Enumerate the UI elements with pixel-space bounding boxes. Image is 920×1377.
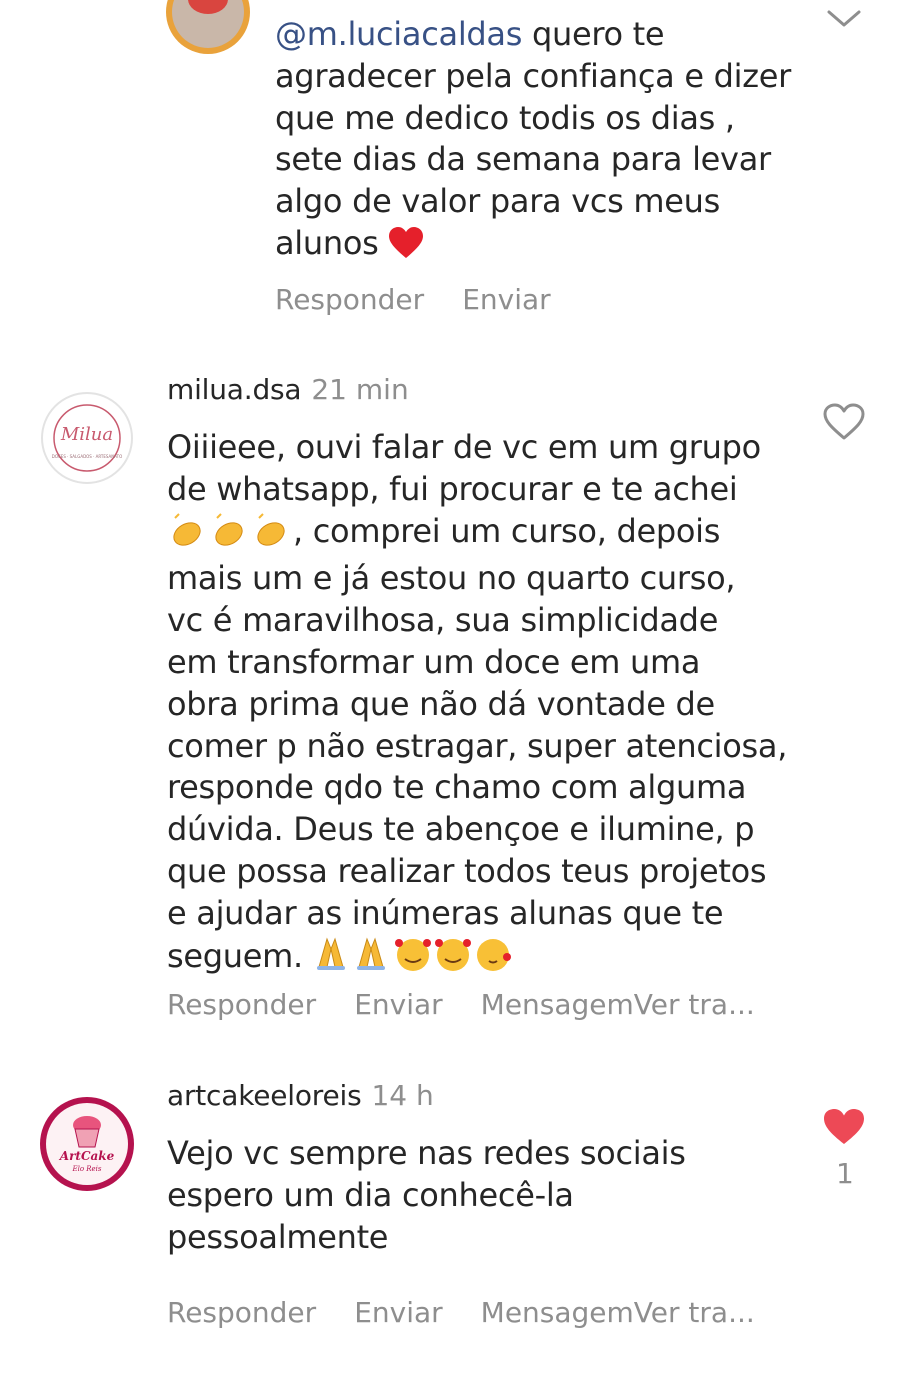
send-button[interactable]: Enviar <box>354 1296 442 1329</box>
reply-comment-text: @m.luciacaldas quero te agradecer pela c… <box>275 14 875 271</box>
send-button[interactable]: Enviar <box>462 283 550 316</box>
reply-author-avatar[interactable] <box>166 0 250 54</box>
heart-icon[interactable] <box>823 403 865 441</box>
comment-text: Oiiieee, ouvi falar de vc em um grupo de… <box>167 427 807 983</box>
see-translation-link[interactable]: MensagemVer tra... <box>481 988 755 1021</box>
like-count: 1 <box>836 1157 854 1190</box>
reply-actions: Responder Enviar <box>275 283 589 316</box>
username[interactable]: milua.dsa <box>167 373 302 406</box>
avatar[interactable]: Milua DOCES · SALGADOS · ARTESANATO <box>41 392 133 484</box>
comment-text: Vejo vc sempre nas redes sociais espero … <box>167 1134 686 1256</box>
red-heart-emoji <box>388 226 424 271</box>
clapping-hands-emoji <box>167 512 293 559</box>
avatar-logo-subtext: Elo Reis <box>72 1165 102 1173</box>
mention-link[interactable]: @m.luciacaldas <box>275 15 522 53</box>
avatar-logo-subtext: DOCES · SALGADOS · ARTESANATO <box>51 454 123 459</box>
reply-button[interactable]: Responder <box>167 988 316 1021</box>
comment-header: artcakeeloreis 14 h <box>167 1079 434 1112</box>
avatar[interactable]: ArtCake Elo Reis <box>40 1097 134 1191</box>
comment-actions: Responder Enviar MensagemVer tra... <box>167 988 793 1021</box>
comment-actions: Responder Enviar MensagemVer tra... <box>167 1296 793 1329</box>
heart-filled-icon[interactable] <box>822 1107 866 1147</box>
comment-header: milua.dsa 21 min <box>167 373 409 406</box>
avatar-logo-text: Milua <box>60 424 114 445</box>
reply-button[interactable]: Responder <box>167 1296 316 1329</box>
reply-button[interactable]: Responder <box>275 283 424 316</box>
timestamp: 21 min <box>311 373 409 406</box>
praying-hands-and-smiling-faces-emoji <box>313 935 523 984</box>
avatar-logo-text: ArtCake <box>59 1149 115 1163</box>
timestamp: 14 h <box>371 1079 434 1112</box>
username[interactable]: artcakeeloreis <box>167 1079 362 1112</box>
see-translation-link[interactable]: MensagemVer tra... <box>481 1296 755 1329</box>
send-button[interactable]: Enviar <box>354 988 442 1021</box>
